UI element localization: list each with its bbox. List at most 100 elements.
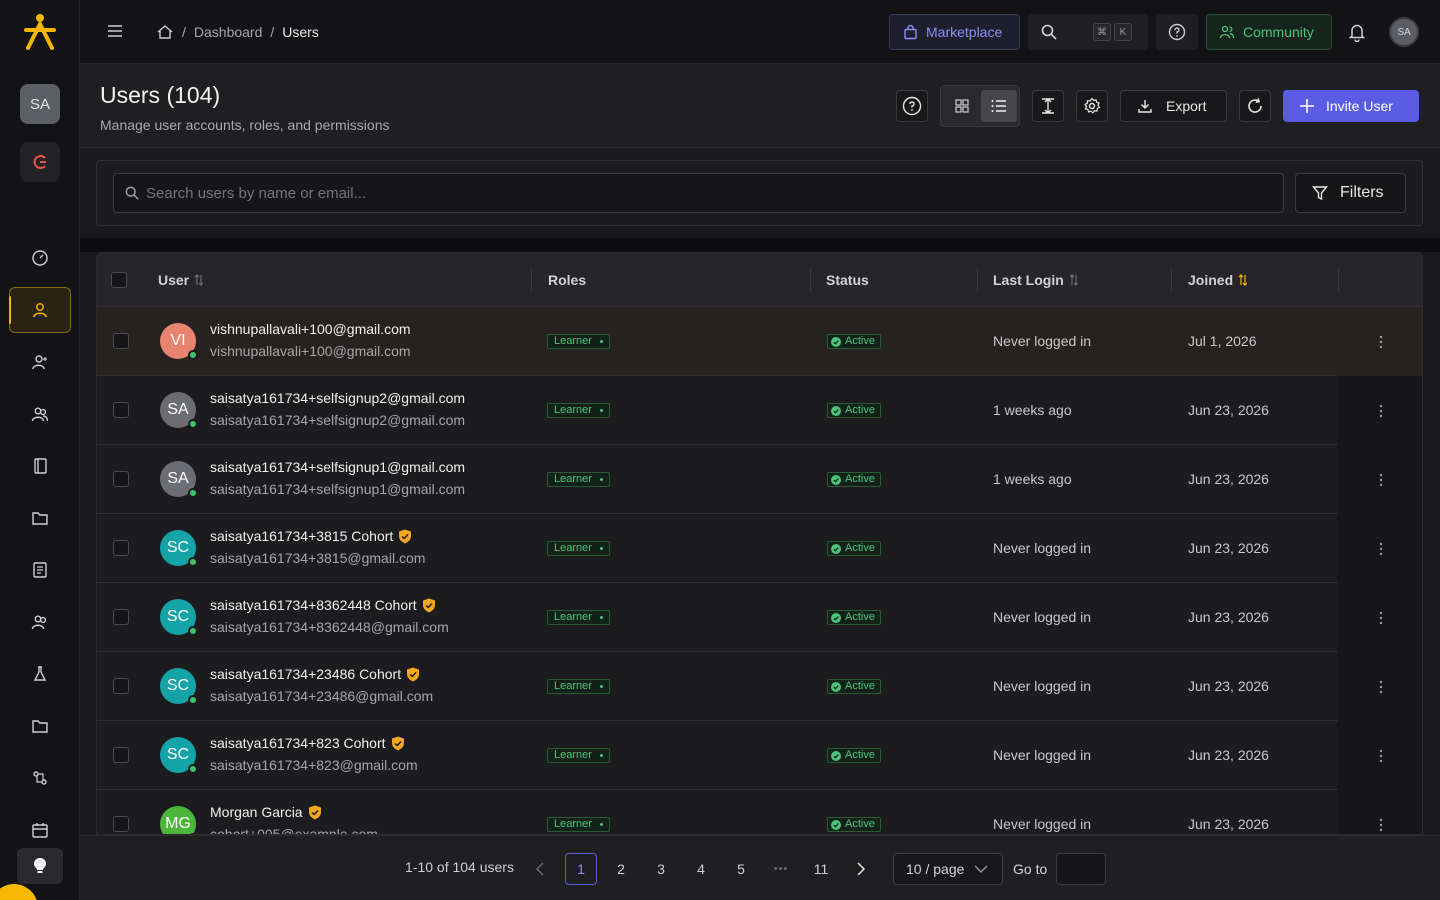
community-button[interactable]: Community: [1206, 14, 1332, 50]
row-actions-button[interactable]: [1338, 790, 1422, 834]
help-button[interactable]: [1156, 14, 1198, 50]
grid-view-button[interactable]: [944, 90, 980, 122]
column-divider: [531, 268, 532, 292]
page-ellipsis[interactable]: •••: [765, 853, 797, 885]
status-badge: Active: [827, 541, 881, 556]
row-actions-button[interactable]: [1338, 376, 1422, 445]
goto-page-input[interactable]: [1056, 853, 1106, 885]
folder-icon: [31, 509, 49, 527]
sidebar-item-teams[interactable]: [0, 596, 80, 648]
page-size-select[interactable]: 10 / page: [893, 853, 1003, 885]
row-checkbox[interactable]: [113, 471, 129, 487]
user-name[interactable]: saisatya161734+selfsignup2@gmail.com: [210, 390, 465, 406]
column-joined[interactable]: Joined: [1188, 253, 1248, 307]
sidebar-item-user-add[interactable]: [0, 336, 80, 388]
sidebar-item-workflows[interactable]: [0, 752, 80, 804]
row-checkbox[interactable]: [113, 540, 129, 556]
user-name[interactable]: saisatya161734+823 Cohort: [210, 735, 405, 751]
user-name[interactable]: saisatya161734+selfsignup1@gmail.com: [210, 459, 465, 475]
column-height-button[interactable]: [1032, 90, 1064, 122]
user-name[interactable]: saisatya161734+8362448 Cohort: [210, 597, 436, 613]
user-name-text: saisatya161734+selfsignup2@gmail.com: [210, 390, 466, 406]
notification-bell-icon[interactable]: [1348, 22, 1366, 42]
sidebar-item-archive[interactable]: [0, 700, 80, 752]
joined-date: Jul 1, 2026: [1188, 333, 1257, 349]
page-button[interactable]: 4: [685, 853, 717, 885]
sidebar-item-groups[interactable]: [0, 388, 80, 440]
user-name[interactable]: vishnupallavali+100@gmail.com: [210, 321, 411, 337]
row-checkbox[interactable]: [113, 816, 129, 832]
row-checkbox[interactable]: [113, 747, 129, 763]
page-button[interactable]: 11: [805, 853, 837, 885]
row-checkbox[interactable]: [113, 609, 129, 625]
user-icon: [31, 301, 49, 319]
row-checkbox[interactable]: [113, 402, 129, 418]
page-button[interactable]: 1: [565, 853, 597, 885]
user-name[interactable]: saisatya161734+3815 Cohort: [210, 528, 412, 544]
gear-icon: [1083, 97, 1101, 115]
row-actions-button[interactable]: [1338, 721, 1422, 790]
online-status-dot: [188, 626, 198, 636]
tips-button[interactable]: [17, 848, 63, 884]
status-badge-label: Active: [845, 611, 875, 623]
user-name[interactable]: Morgan Garcia: [210, 804, 322, 820]
table-row[interactable]: SC saisatya161734+3815 Cohort saisatya1617…: [97, 514, 1422, 583]
sidebar-item-dashboard[interactable]: [0, 232, 80, 284]
last-login: Never logged in: [993, 333, 1092, 349]
settings-button[interactable]: [1076, 90, 1108, 122]
sidebar-item-users[interactable]: [0, 284, 80, 336]
search-input[interactable]: [113, 173, 1284, 213]
help-launcher-button[interactable]: [0, 884, 38, 900]
column-last-login[interactable]: Last Login: [993, 253, 1078, 307]
page-button[interactable]: 5: [725, 853, 757, 885]
sidebar-item-files[interactable]: [0, 492, 80, 544]
table-row[interactable]: SC saisatya161734+23486 Cohort saisatya161…: [97, 652, 1422, 721]
row-checkbox[interactable]: [113, 333, 129, 349]
org-switch-icon[interactable]: [20, 142, 60, 182]
table-row[interactable]: VI vishnupallavali+100@gmail.com vishnupal…: [97, 307, 1422, 376]
table-row[interactable]: SC saisatya161734+823 Cohort saisatya16173…: [97, 721, 1422, 790]
search-panel: Filters: [96, 160, 1423, 226]
select-all-checkbox[interactable]: [111, 253, 127, 307]
row-actions-button[interactable]: [1338, 307, 1422, 376]
home-icon[interactable]: [156, 23, 174, 41]
table-row[interactable]: SC saisatya161734+8362448 Cohort saisatya1…: [97, 583, 1422, 652]
chevron-down-icon: [974, 864, 988, 874]
page-button[interactable]: 3: [645, 853, 677, 885]
global-search-button[interactable]: ⌘ K: [1028, 14, 1148, 50]
sidebar-item-documents[interactable]: [0, 544, 80, 596]
status-badge: Active: [827, 610, 881, 625]
row-actions-button[interactable]: [1338, 583, 1422, 652]
menu-icon[interactable]: [106, 22, 124, 40]
user-name-text: saisatya161734+3815 Cohort: [210, 528, 394, 544]
list-view-button[interactable]: [981, 90, 1017, 122]
table-row[interactable]: SA saisatya161734+selfsignup1@gmail.com sa…: [97, 445, 1422, 514]
column-roles-label: Roles: [548, 272, 587, 288]
filters-button[interactable]: Filters: [1295, 173, 1406, 213]
row-actions-button[interactable]: [1338, 652, 1422, 721]
refresh-button[interactable]: [1239, 90, 1271, 122]
page-help-button[interactable]: [896, 90, 928, 122]
table-row[interactable]: MG Morgan Garcia cohort+005@example.com Lea…: [97, 790, 1422, 834]
sidebar-item-courses[interactable]: [0, 440, 80, 492]
user-name[interactable]: saisatya161734+23486 Cohort: [210, 666, 420, 682]
row-checkbox[interactable]: [113, 678, 129, 694]
invite-user-button[interactable]: Invite User: [1283, 90, 1419, 122]
next-page-button[interactable]: [845, 853, 877, 885]
sidebar-avatar[interactable]: SA: [20, 84, 60, 124]
column-user[interactable]: User: [158, 253, 204, 307]
marketplace-button[interactable]: Marketplace: [889, 14, 1020, 50]
table-row[interactable]: SA saisatya161734+selfsignup2@gmail.com sa…: [97, 376, 1422, 445]
row-actions-button[interactable]: [1338, 445, 1422, 514]
row-actions-button[interactable]: [1338, 514, 1422, 583]
export-button[interactable]: Export: [1120, 90, 1227, 122]
status-badge: Active: [827, 679, 881, 694]
user-avatar[interactable]: SA: [1389, 17, 1419, 47]
page-button[interactable]: 2: [605, 853, 637, 885]
check-circle-icon: [831, 681, 841, 692]
breadcrumb-dashboard[interactable]: Dashboard: [194, 24, 263, 40]
sidebar-item-labs[interactable]: [0, 648, 80, 700]
role-badge: Learner: [547, 541, 610, 556]
brand-logo-icon[interactable]: [22, 12, 58, 52]
prev-page-button[interactable]: [524, 853, 556, 885]
